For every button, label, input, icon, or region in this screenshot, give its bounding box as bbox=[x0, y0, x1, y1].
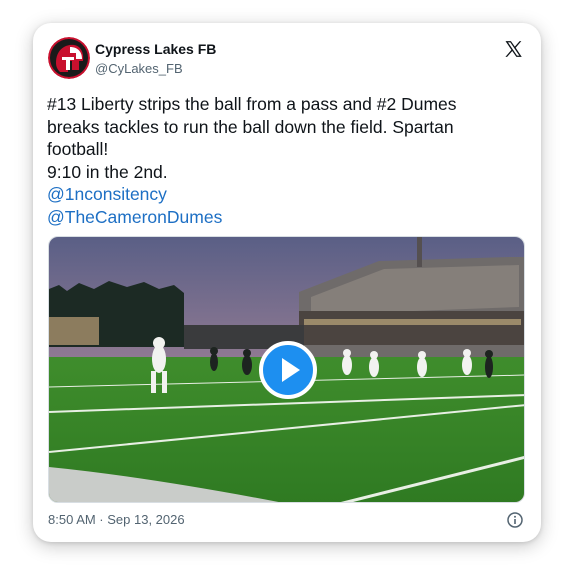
tweet-line: 9:10 in the 2nd. bbox=[47, 161, 168, 182]
tweet-line: football! bbox=[47, 139, 109, 159]
x-logo-icon[interactable] bbox=[503, 39, 523, 59]
play-button[interactable] bbox=[259, 341, 317, 399]
mention-link[interactable]: @TheCameronDumes bbox=[47, 206, 517, 229]
tweet-text: #13 Liberty strips the ball from a pass … bbox=[47, 93, 517, 228]
account-handle[interactable]: @CyLakes_FB bbox=[95, 61, 183, 76]
video-thumbnail[interactable] bbox=[48, 236, 525, 503]
tweet-timestamp[interactable]: 8:50 AM · Sep 13, 2026 bbox=[48, 512, 185, 527]
tweet-line: breaks tackles to run the ball down the … bbox=[47, 116, 454, 137]
tweet-card[interactable]: Cypress Lakes FB @CyLakes_FB #13 Liberty… bbox=[33, 23, 541, 542]
avatar[interactable] bbox=[48, 37, 90, 79]
mention-link[interactable]: @1nconsitency bbox=[47, 183, 517, 206]
tweet-line: #13 Liberty strips the ball from a pass … bbox=[47, 94, 457, 114]
play-icon bbox=[282, 358, 300, 382]
info-icon[interactable] bbox=[507, 512, 523, 528]
account-name[interactable]: Cypress Lakes FB bbox=[95, 41, 216, 57]
spartan-helmet-logo-icon bbox=[48, 37, 90, 79]
